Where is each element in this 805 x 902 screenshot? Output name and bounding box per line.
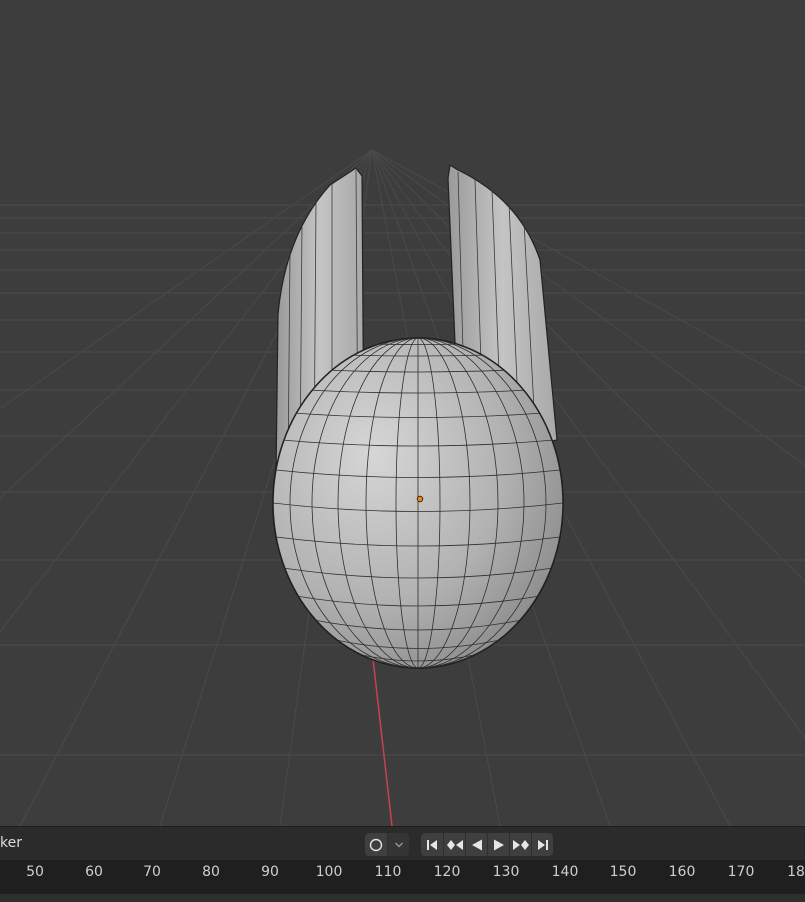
timeline-header: ker: [0, 826, 805, 860]
playback-controls: [421, 833, 553, 856]
ruler-tick: 100: [315, 864, 343, 880]
ruler-tick: 170: [727, 864, 755, 880]
next-keyframe-icon[interactable]: [509, 833, 531, 856]
play-icon[interactable]: [487, 833, 509, 856]
ruler-tick: 110: [374, 864, 402, 880]
ruler-tick: 130: [492, 864, 520, 880]
frame-ruler[interactable]: 50 60 70 80 90 100 110 120 130 140 150 1…: [0, 860, 805, 894]
ruler-tick: 50: [26, 864, 44, 880]
uv-sphere[interactable]: [272, 337, 564, 669]
marker-menu-label[interactable]: ker: [0, 835, 22, 851]
viewport-canvas[interactable]: [0, 0, 805, 826]
x-axis-line: [371, 649, 393, 826]
circle-icon[interactable]: [365, 833, 387, 856]
ruler-tick: 18: [787, 864, 805, 880]
jump-end-icon[interactable]: [531, 833, 553, 856]
keying-controls: [365, 833, 409, 856]
chevron-down-icon[interactable]: [387, 833, 409, 856]
object-origin: [416, 495, 424, 503]
timeline-body[interactable]: [0, 894, 805, 902]
ruler-tick: 150: [609, 864, 637, 880]
play-reverse-icon[interactable]: [465, 833, 487, 856]
ruler-tick: 60: [85, 864, 103, 880]
ruler-tick: 160: [668, 864, 696, 880]
ruler-tick: 90: [261, 864, 279, 880]
3d-viewport[interactable]: [0, 0, 805, 826]
jump-start-icon[interactable]: [421, 833, 443, 856]
ruler-tick: 70: [143, 864, 161, 880]
prev-keyframe-icon[interactable]: [443, 833, 465, 856]
ruler-tick: 120: [433, 864, 461, 880]
ruler-tick: 80: [202, 864, 220, 880]
ruler-tick: 140: [551, 864, 579, 880]
